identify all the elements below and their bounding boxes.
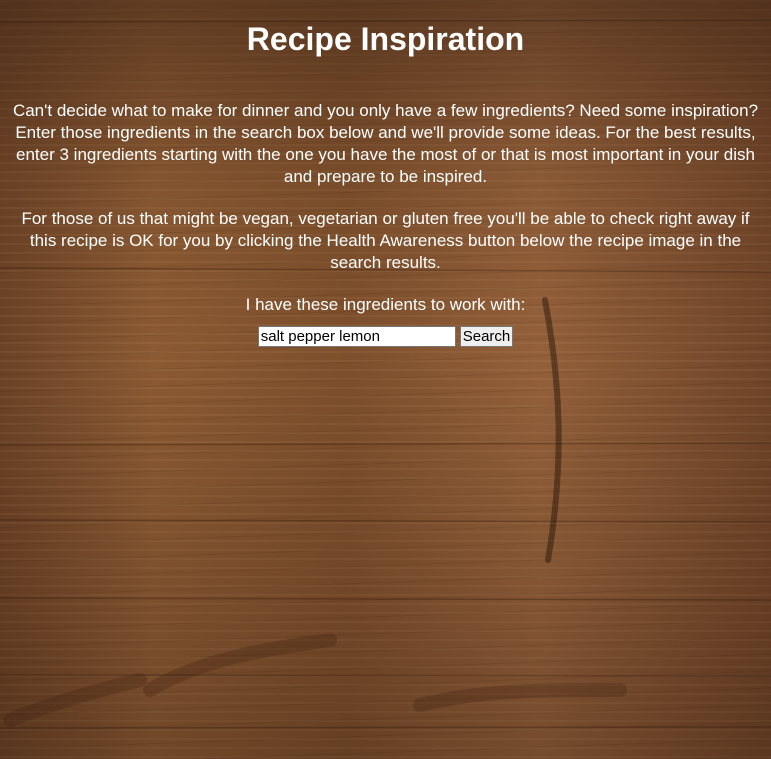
health-awareness-paragraph: For those of us that might be vegan, veg… xyxy=(21,209,750,272)
search-button[interactable]: Search xyxy=(459,326,514,347)
page-title: Recipe Inspiration xyxy=(246,21,525,57)
main-content: Recipe Inspiration Can't decide what to … xyxy=(0,0,771,347)
search-form: Search xyxy=(0,326,771,347)
intro-paragraph: Can't decide what to make for dinner and… xyxy=(12,101,759,186)
ingredients-prompt: I have these ingredients to work with: xyxy=(245,295,526,314)
ingredients-search-input[interactable] xyxy=(257,326,456,347)
